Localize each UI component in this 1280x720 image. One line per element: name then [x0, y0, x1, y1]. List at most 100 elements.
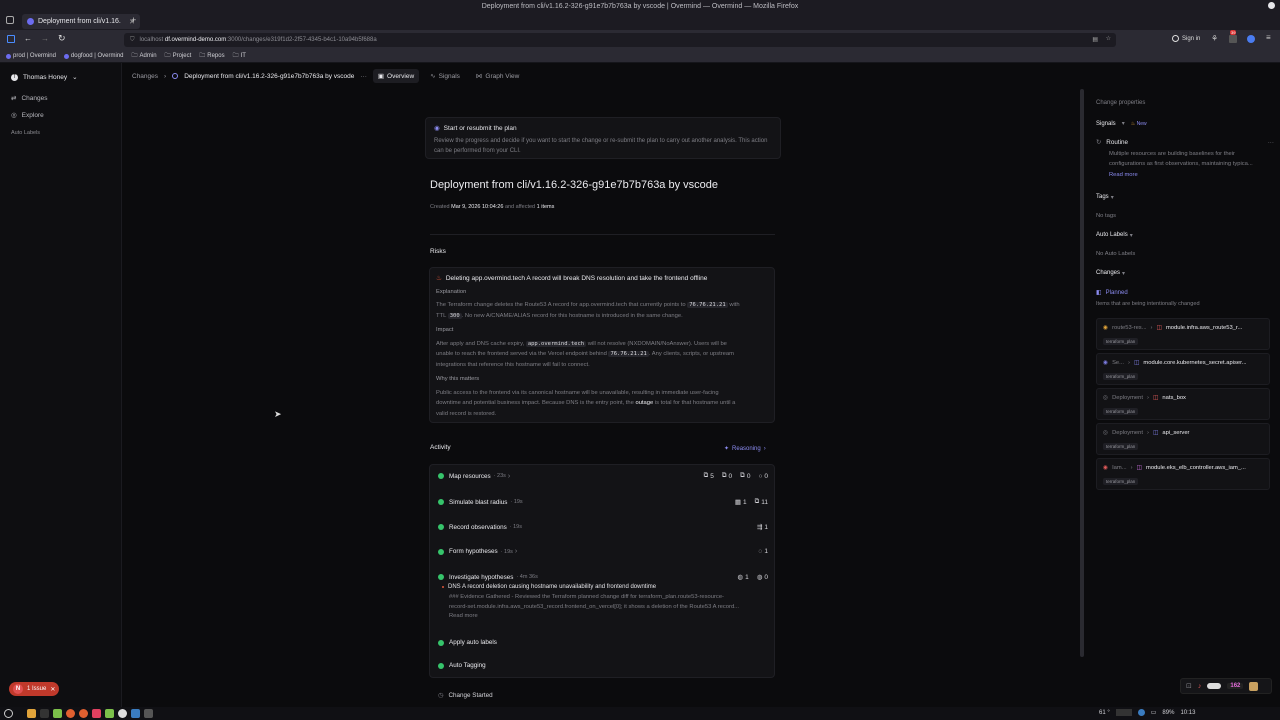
tab-signals[interactable]: ∿ Signals: [425, 69, 465, 83]
close-window-button[interactable]: [1268, 2, 1275, 9]
reasoning-link[interactable]: ✦ Reasoning ›: [724, 445, 766, 453]
count-modified: ⧉ 0: [722, 472, 732, 480]
bookmark-repos[interactable]: 🗀 Repos: [199, 51, 224, 61]
activity-row-auto-tagging[interactable]: Auto Tagging: [438, 662, 768, 669]
risk-title: Deleting app.overmind.tech A record will…: [445, 275, 708, 282]
change-type: Deployment: [1112, 430, 1143, 436]
sidebar-toggle-icon[interactable]: [7, 35, 15, 43]
count-disproven: ◍ 0: [757, 573, 768, 582]
tab-graph-view[interactable]: ⋈ Graph View: [471, 69, 524, 83]
app-icon[interactable]: [92, 709, 101, 718]
extension-icon[interactable]: [1229, 35, 1237, 43]
why-text: Public access to the frontend via its ca…: [436, 388, 768, 420]
text-span: integrations that reference this hostnam…: [436, 361, 590, 368]
app-icon[interactable]: [144, 709, 153, 718]
terminal-icon[interactable]: [40, 709, 49, 718]
graph-icon: ⋈: [475, 73, 483, 80]
tags-section[interactable]: Tags ▾: [1096, 194, 1114, 201]
issue-badge[interactable]: N 1 Issue ✕: [9, 682, 60, 696]
inspect-icon[interactable]: ⊡: [1186, 682, 1192, 690]
back-button[interactable]: ←: [24, 34, 32, 43]
app-icon[interactable]: [105, 709, 114, 718]
change-meta: Created Mar 9, 2026 10:04:26 and affecte…: [430, 204, 554, 210]
menu-icon[interactable]: ≡: [1266, 33, 1271, 42]
extensions-icon[interactable]: ⚘: [1211, 34, 1218, 43]
risk-card[interactable]: ♨ Deleting app.overmind.tech A record wi…: [429, 267, 775, 423]
activity-row-observations[interactable]: Record observations · 19s ⇶ 1: [438, 523, 768, 531]
text-span: TTL: [436, 312, 447, 319]
devtools-widget[interactable]: ⊡ ♪ 162: [1180, 678, 1272, 694]
bookmark-admin[interactable]: 🗀 Admin: [132, 51, 157, 61]
firefox-icon[interactable]: [79, 709, 88, 718]
change-item[interactable]: ◉ Iam... › ◫ module.eks_elb_controller.a…: [1096, 458, 1270, 490]
tab-list-icon[interactable]: [6, 16, 14, 24]
scrollbar[interactable]: [1080, 89, 1084, 657]
user-menu[interactable]: T Thomas Honey ⌄: [11, 73, 78, 81]
text-span: The Terraform change deletes the Route53…: [436, 302, 686, 308]
app-icon[interactable]: [1249, 681, 1259, 691]
forward-button[interactable]: →: [41, 34, 49, 43]
firefox-icon[interactable]: [66, 709, 75, 718]
activity-label: Investigate hypotheses: [449, 573, 514, 581]
sign-in-button[interactable]: Sign in: [1172, 35, 1200, 42]
auto-labels-section[interactable]: Auto Labels ▾: [1096, 232, 1133, 239]
code-ip: 76.76.21.21: [687, 302, 728, 308]
new-tab-button[interactable]: +: [131, 15, 136, 25]
sidebar-section-auto-labels[interactable]: Auto Labels: [11, 130, 40, 136]
change-item[interactable]: ◉ route53-res... › ◫ module.infra.aws_ro…: [1096, 318, 1270, 350]
bookmark-prod[interactable]: prod | Overmind: [6, 53, 56, 59]
profile-icon[interactable]: [1247, 35, 1255, 43]
count-items: ▦ 1: [735, 498, 747, 507]
bookmark-star-icon[interactable]: ☆: [1106, 35, 1111, 42]
activity-row-hypotheses[interactable]: Form hypotheses · 19s › ◌ 1: [438, 548, 768, 555]
notice-header: ◉ Start or resubmit the plan: [434, 124, 772, 133]
site-info-icon[interactable]: ⛉: [130, 37, 135, 44]
more-options-button[interactable]: ···: [360, 73, 367, 80]
sidebar-item-explore[interactable]: ◎ Explore: [11, 111, 44, 120]
bookmark-it[interactable]: 🗀 IT: [233, 51, 246, 61]
change-item[interactable]: ◉ Se... › ◫ module.core.kubernetes_secre…: [1096, 353, 1270, 385]
activity-row-blast-radius[interactable]: Simulate blast radius · 19s ▦ 1 ⧉ 11: [438, 498, 768, 506]
sidebar-item-changes[interactable]: ⇄ Changes: [11, 94, 47, 103]
page-title: Deployment from cli/v1.16.2-326-g91e7b7b…: [430, 179, 719, 191]
text-span: is total for that hostname until a: [654, 400, 736, 406]
app-icon[interactable]: [131, 709, 140, 718]
url-text[interactable]: localhost df.overmind-demo.com:3000/chan…: [140, 37, 377, 43]
browser-tab[interactable]: Deployment from cli/v1.16. ✕: [22, 14, 140, 29]
tab-overview[interactable]: ▣ Overview: [372, 69, 420, 83]
ide-icon[interactable]: [53, 709, 62, 718]
activity-row-investigate[interactable]: Investigate hypotheses · 4m 36s ◍ 1 ◍ 0: [438, 573, 768, 581]
start-menu-icon[interactable]: [4, 709, 13, 718]
text-span: unable to reach the frontend served via …: [436, 351, 607, 357]
reader-view-icon[interactable]: ▤: [1092, 36, 1098, 43]
bookmark-project[interactable]: 🗀 Project: [165, 51, 192, 61]
hypothesis-item: DNS A record deletion causing hostname u…: [442, 584, 768, 619]
toggle-switch[interactable]: [1207, 683, 1222, 689]
bell-icon[interactable]: ♪: [1198, 683, 1202, 690]
activity-row-auto-labels[interactable]: Apply auto labels: [438, 639, 768, 646]
change-item[interactable]: ◎ Deployment › ◫ nats_box terraform_plan: [1096, 388, 1270, 420]
read-more-link[interactable]: Read more: [449, 613, 768, 619]
new-badge: ♨ New: [1131, 121, 1147, 127]
chrome-icon[interactable]: [118, 709, 127, 718]
change-started-label: Change Started: [448, 692, 493, 699]
planned-group[interactable]: ◧ Planned: [1096, 289, 1128, 297]
changes-section[interactable]: Changes ▾: [1096, 270, 1125, 277]
close-icon[interactable]: ✕: [50, 686, 55, 693]
edit-icon: ⧉: [721, 472, 727, 479]
change-item[interactable]: ◎ Deployment › ◫ api_server terraform_pl…: [1096, 423, 1270, 455]
reload-button[interactable]: ↻: [58, 33, 66, 44]
bookmark-dogfood[interactable]: dogfood | Overmind: [63, 53, 124, 59]
change-source-chip: terraform_plan: [1103, 373, 1139, 380]
signals-section[interactable]: Signals ▾ ♨ New: [1096, 120, 1147, 128]
change-icon: [172, 73, 179, 79]
activity-row-map-resources[interactable]: Map resources · 23s › ⧉ 5 ⧉ 0 ⧉ 0 ○ 0: [438, 472, 768, 480]
overmind-favicon-icon: [63, 53, 69, 59]
url-domain: df.overmind-demo.com: [164, 37, 227, 43]
more-options-icon[interactable]: ···: [1268, 139, 1274, 146]
files-icon[interactable]: [27, 709, 36, 718]
url-bar[interactable]: ⛉ localhost df.overmind-demo.com:3000/ch…: [124, 33, 1116, 47]
breadcrumb-changes[interactable]: Changes: [132, 73, 158, 80]
network-icon[interactable]: [1137, 709, 1145, 716]
read-more-link[interactable]: Read more: [1109, 172, 1274, 178]
